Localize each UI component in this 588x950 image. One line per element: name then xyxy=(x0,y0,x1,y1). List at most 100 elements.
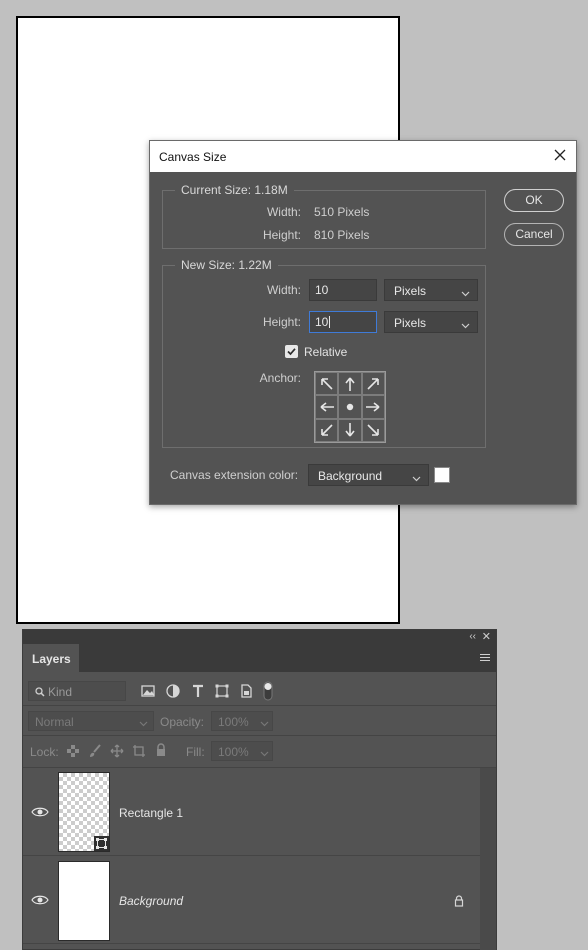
anchor-bottom-left[interactable] xyxy=(315,418,339,442)
chevron-down-icon xyxy=(412,471,421,485)
arrow-up-right-icon xyxy=(367,377,380,390)
extension-color-swatch[interactable] xyxy=(434,467,450,483)
type-filter-icon[interactable] xyxy=(190,683,206,699)
arrow-down-icon xyxy=(345,423,355,437)
text-caret xyxy=(329,316,331,328)
collapse-icon[interactable]: ‹‹ xyxy=(469,631,476,642)
new-height-label: Height: xyxy=(262,315,301,329)
height-input[interactable]: 10 xyxy=(309,311,377,333)
fill-value: 100% xyxy=(218,745,249,759)
blend-mode-value: Normal xyxy=(35,715,74,729)
chevron-down-icon xyxy=(260,746,269,760)
current-width-value: 510 Pixels xyxy=(314,205,370,219)
ok-button[interactable]: OK xyxy=(504,189,564,212)
anchor-top-left[interactable] xyxy=(315,372,339,396)
eye-icon[interactable] xyxy=(31,894,49,906)
new-size-legend: New Size: 1.22M xyxy=(175,258,278,272)
chevron-down-icon xyxy=(260,716,269,730)
anchor-top-right[interactable] xyxy=(361,372,385,396)
anchor-grid xyxy=(314,371,386,443)
blend-mode-select[interactable]: Normal xyxy=(28,711,154,731)
blend-row: Normal Opacity: 100% xyxy=(23,706,496,736)
smart-object-filter-icon[interactable] xyxy=(238,683,254,699)
center-dot-icon xyxy=(346,403,354,411)
anchor-bottom[interactable] xyxy=(338,418,362,442)
width-input[interactable]: 10 xyxy=(309,279,377,301)
adjustment-filter-icon[interactable] xyxy=(165,683,181,699)
fill-input[interactable]: 100% xyxy=(211,741,273,761)
shape-filter-icon[interactable] xyxy=(214,683,230,699)
current-size-group: Current Size: 1.18M Width: 510 Pixels He… xyxy=(162,183,486,249)
lock-position-icon[interactable] xyxy=(110,744,126,760)
current-size-legend: Current Size: 1.18M xyxy=(175,183,294,197)
lock-all-icon[interactable] xyxy=(154,743,170,759)
arrow-up-icon xyxy=(345,377,355,391)
anchor-top[interactable] xyxy=(338,372,362,396)
new-width-label: Width: xyxy=(266,283,301,297)
layer-thumbnail xyxy=(58,772,110,852)
layer-row[interactable]: Rectangle 1 xyxy=(23,768,481,856)
width-unit-value: Pixels xyxy=(394,284,427,298)
opacity-value: 100% xyxy=(218,715,249,729)
chevron-down-icon xyxy=(461,318,470,332)
eye-icon[interactable] xyxy=(31,806,49,818)
anchor-center[interactable] xyxy=(338,395,362,419)
shape-layer-badge-icon xyxy=(94,836,109,851)
close-icon[interactable]: ✕ xyxy=(482,630,491,643)
search-icon xyxy=(35,686,45,700)
image-filter-icon[interactable] xyxy=(140,683,156,699)
lock-label: Lock: xyxy=(30,745,59,759)
lock-artboard-icon[interactable] xyxy=(132,744,148,760)
tab-layers[interactable]: Layers xyxy=(23,644,79,672)
layer-name: Rectangle 1 xyxy=(119,806,184,820)
relative-label[interactable]: Relative xyxy=(304,345,347,359)
current-width-label: Width: xyxy=(266,205,301,219)
layers-scrollbar[interactable] xyxy=(480,768,496,950)
lock-icon xyxy=(454,895,464,910)
kind-filter-value: Kind xyxy=(48,685,73,699)
layer-thumbnail xyxy=(58,861,110,941)
fill-label: Fill: xyxy=(186,745,205,759)
new-size-group: New Size: 1.22M Width: 10 Pixels Height:… xyxy=(162,258,486,448)
layer-name: Background xyxy=(119,894,184,908)
panel-header: ‹‹ ✕ xyxy=(23,630,496,644)
lock-row: Lock: Fill: 100% xyxy=(23,736,496,768)
anchor-left[interactable] xyxy=(315,395,339,419)
layers-panel: ‹‹ ✕ Layers Kind Normal Opacity: 100% Lo… xyxy=(22,629,497,950)
width-unit-select[interactable]: Pixels xyxy=(384,279,478,301)
dialog-title: Canvas Size xyxy=(159,150,227,164)
extension-color-value: Background xyxy=(318,469,383,483)
cancel-button[interactable]: Cancel xyxy=(504,223,564,246)
panel-tabbar: Layers xyxy=(23,644,496,672)
filter-row: Kind xyxy=(23,672,496,706)
layer-row[interactable]: Background xyxy=(23,856,481,944)
extension-color-label: Canvas extension color: xyxy=(170,468,299,482)
arrow-up-left-icon xyxy=(320,377,333,390)
arrow-right-icon xyxy=(366,402,380,412)
height-unit-value: Pixels xyxy=(394,316,427,330)
anchor-bottom-right[interactable] xyxy=(361,418,385,442)
chevron-down-icon xyxy=(461,286,470,300)
canvas-size-dialog: Canvas Size Current Size: 1.18M Width: 5… xyxy=(149,140,577,505)
lock-transparent-pixels-icon[interactable] xyxy=(66,744,82,760)
relative-checkbox[interactable] xyxy=(285,345,298,358)
close-icon[interactable] xyxy=(552,147,568,163)
kind-filter-select[interactable]: Kind xyxy=(28,681,126,701)
dialog-titlebar: Canvas Size xyxy=(150,141,576,172)
filter-toggle-icon[interactable] xyxy=(263,681,279,701)
current-height-label: Height: xyxy=(262,228,301,242)
extension-color-select[interactable]: Background xyxy=(308,464,429,486)
lock-image-pixels-icon[interactable] xyxy=(88,744,104,760)
anchor-label: Anchor: xyxy=(259,371,301,385)
chevron-down-icon xyxy=(139,716,148,730)
arrow-down-right-icon xyxy=(367,424,380,437)
arrow-down-left-icon xyxy=(320,424,333,437)
opacity-input[interactable]: 100% xyxy=(211,711,273,731)
anchor-right[interactable] xyxy=(361,395,385,419)
opacity-label: Opacity: xyxy=(160,715,205,729)
arrow-left-icon xyxy=(320,402,334,412)
width-input-value: 10 xyxy=(315,283,329,297)
height-input-value: 10 xyxy=(315,315,329,329)
height-unit-select[interactable]: Pixels xyxy=(384,311,478,333)
panel-menu-icon[interactable] xyxy=(480,654,490,663)
